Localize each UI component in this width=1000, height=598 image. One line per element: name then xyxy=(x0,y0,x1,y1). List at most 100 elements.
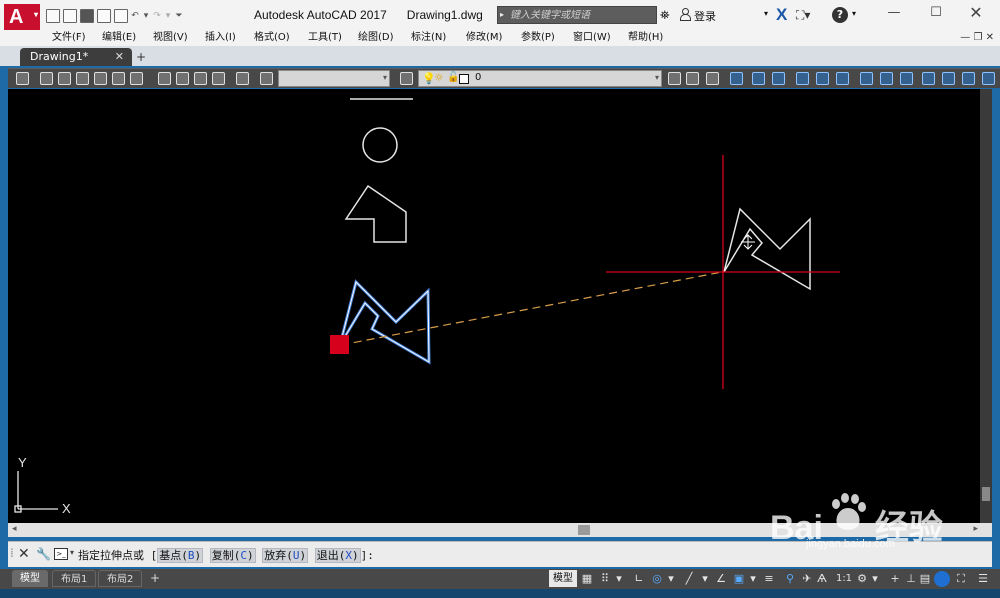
chevron-down-icon[interactable]: ▾ xyxy=(852,9,856,18)
baseline-dim-icon[interactable] xyxy=(900,72,913,85)
polar-icon[interactable]: ◎ xyxy=(650,571,664,587)
ortho-icon[interactable]: ∟ xyxy=(632,571,646,587)
linear-dim-icon[interactable] xyxy=(730,72,743,85)
quick-props-icon[interactable]: ▤ xyxy=(918,571,932,587)
a360-icon[interactable]: ⛶▾ xyxy=(796,8,810,23)
chevron-down-icon[interactable]: ▾ xyxy=(700,571,710,587)
user-icon[interactable] xyxy=(679,8,691,21)
menu-dimension[interactable]: 标注(N) xyxy=(411,30,446,46)
scroll-thumb[interactable] xyxy=(982,487,990,501)
isolate-icon[interactable] xyxy=(934,571,950,587)
search-expand-icon[interactable]: ▸ xyxy=(500,10,504,19)
menu-tools[interactable]: 工具(T) xyxy=(308,30,342,46)
save-as-icon[interactable] xyxy=(97,9,111,23)
named-view-dropdown[interactable]: ▾ xyxy=(278,70,390,87)
option-base-point[interactable]: 基点(B) xyxy=(157,548,204,563)
vertical-scrollbar[interactable] xyxy=(980,89,992,523)
menu-insert[interactable]: 插入(I) xyxy=(205,30,236,46)
customize-qat-icon[interactable]: ⏷ xyxy=(175,11,183,21)
wrench-icon[interactable]: 🔧 xyxy=(36,547,51,561)
tab-model[interactable]: 模型 xyxy=(12,570,48,587)
workspace-icon[interactable] xyxy=(16,72,29,85)
scroll-thumb[interactable] xyxy=(578,525,590,535)
login-button[interactable]: 登录 xyxy=(694,8,716,24)
layer-thaw-icon[interactable]: ☼ xyxy=(434,71,444,84)
menu-modify[interactable]: 修改(M) xyxy=(466,30,502,46)
layer-state-icon[interactable] xyxy=(706,72,719,85)
snap-icon[interactable]: ⠿ xyxy=(598,571,612,587)
layer-properties-icon[interactable] xyxy=(400,72,413,85)
layer-dropdown[interactable]: 💡 ☼ 🔓 0 ▾ xyxy=(418,70,662,87)
menu-parametric[interactable]: 参数(P) xyxy=(521,30,555,46)
scroll-right-icon[interactable]: ▸ xyxy=(973,524,978,534)
selected-polyline[interactable] xyxy=(339,281,430,363)
grid-icon[interactable]: ▦ xyxy=(580,571,594,587)
new-tab-button[interactable]: + xyxy=(134,50,148,64)
view-cube-top-icon[interactable] xyxy=(40,72,53,85)
menu-window[interactable]: 窗口(W) xyxy=(573,30,611,46)
diameter-dim-icon[interactable] xyxy=(836,72,849,85)
tab-layout2[interactable]: 布局2 xyxy=(98,570,143,587)
document-window-controls[interactable]: — ❐ ✕ xyxy=(960,30,994,46)
option-undo[interactable]: 放弃(U) xyxy=(262,548,309,563)
view-cube-back-icon[interactable] xyxy=(130,72,143,85)
menu-view[interactable]: 视图(V) xyxy=(153,30,188,46)
fullscreen-icon[interactable]: ⛶ xyxy=(954,571,968,587)
chevron-down-icon[interactable]: ▾ xyxy=(70,548,74,557)
scroll-left-icon[interactable]: ◂ xyxy=(12,524,17,534)
new-file-icon[interactable] xyxy=(46,9,60,23)
undo-dropdown-icon[interactable]: ▾ xyxy=(142,11,150,21)
add-layout-button[interactable]: + xyxy=(146,570,164,587)
units-icon[interactable]: ⊥ xyxy=(904,571,918,587)
dim-break-icon[interactable] xyxy=(962,72,975,85)
model-space-button[interactable]: 模型 xyxy=(549,570,577,587)
hot-grip[interactable] xyxy=(330,335,349,354)
radius-dim-icon[interactable] xyxy=(816,72,829,85)
maximize-button[interactable]: ☐ xyxy=(922,3,950,23)
layer-previous-icon[interactable] xyxy=(686,72,699,85)
option-copy[interactable]: 复制(C) xyxy=(209,548,256,563)
customize-icon[interactable]: ☰ xyxy=(976,571,990,587)
continue-dim-icon[interactable] xyxy=(922,72,935,85)
menu-help[interactable]: 帮助(H) xyxy=(628,30,663,46)
camera-icon[interactable] xyxy=(236,72,249,85)
search-box[interactable]: ▸ xyxy=(497,6,657,24)
model-space[interactable]: Y X xyxy=(8,89,992,523)
make-current-layer-icon[interactable] xyxy=(668,72,681,85)
chevron-down-icon[interactable]: ▾ xyxy=(870,571,880,587)
otrack-icon[interactable]: ∠ xyxy=(714,571,728,587)
redo-dropdown-icon[interactable]: ▾ xyxy=(164,11,172,21)
close-icon[interactable]: ✕ xyxy=(115,48,124,66)
application-menu-button[interactable]: A ▾ xyxy=(4,4,40,30)
menu-edit[interactable]: 编辑(E) xyxy=(102,30,136,46)
tab-drawing1[interactable]: Drawing1* ✕ xyxy=(20,48,132,66)
menu-file[interactable]: 文件(F) xyxy=(52,30,86,46)
undo-icon[interactable]: ↶ xyxy=(131,11,139,21)
exchange-apps-icon[interactable]: X xyxy=(776,5,787,25)
plus-icon[interactable]: + xyxy=(888,571,902,587)
osnap-icon[interactable]: ▣ xyxy=(732,571,746,587)
option-exit[interactable]: 退出(X) xyxy=(314,548,361,563)
workspace-icon[interactable]: ⚙ xyxy=(856,571,868,587)
circle-entity[interactable] xyxy=(362,127,398,163)
angular-dim-icon[interactable] xyxy=(860,72,873,85)
scale-dropdown[interactable]: 1:1 xyxy=(832,571,856,587)
view-cube-front-icon[interactable] xyxy=(112,72,125,85)
view-cube-bottom-icon[interactable] xyxy=(58,72,71,85)
drag-handle-icon[interactable]: ⁞ xyxy=(10,546,14,560)
auto-scale-icon[interactable]: ✈ xyxy=(800,571,814,587)
drawing-canvas[interactable]: Y X xyxy=(8,89,992,523)
arc-length-dim-icon[interactable] xyxy=(772,72,785,85)
dim-space-icon[interactable] xyxy=(942,72,955,85)
iso-nw-icon[interactable] xyxy=(212,72,225,85)
iso-sw-icon[interactable] xyxy=(158,72,171,85)
isodraft-icon[interactable]: ╱ xyxy=(682,571,696,587)
annotation-visibility-icon[interactable]: ⚲ xyxy=(782,571,798,587)
save-icon[interactable] xyxy=(80,9,94,23)
view-cube-right-icon[interactable] xyxy=(94,72,107,85)
open-file-icon[interactable] xyxy=(63,9,77,23)
chevron-down-icon[interactable]: ▾ xyxy=(666,571,676,587)
lineweight-icon[interactable]: ≡ xyxy=(762,571,776,587)
iso-ne-icon[interactable] xyxy=(194,72,207,85)
aligned-dim-icon[interactable] xyxy=(752,72,765,85)
